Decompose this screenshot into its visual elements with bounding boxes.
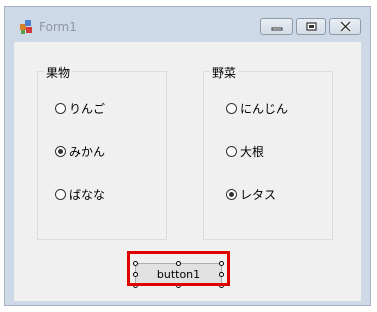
close-button[interactable] [329, 18, 361, 35]
close-icon [339, 20, 352, 33]
radio-button-circle[interactable] [226, 188, 237, 200]
highlight-box [127, 251, 230, 286]
radio-label: レタス [240, 187, 277, 202]
radio-carrot[interactable]: にんじん [226, 100, 288, 116]
radio-label: みかん [69, 144, 106, 159]
radio-label: ばなな [69, 187, 106, 202]
radio-label: りんご [69, 101, 106, 116]
radio-lettuce[interactable]: レタス [226, 186, 276, 202]
fruit-group-label: 果物 [44, 64, 73, 81]
radio-banana[interactable]: ばなな [55, 186, 105, 202]
form-app-icon [20, 20, 32, 34]
title-bar[interactable]: Form1 [5, 7, 370, 40]
radio-button-circle[interactable] [226, 102, 237, 114]
radio-button-circle[interactable] [55, 188, 66, 200]
vegetable-group-label: 野菜 [210, 64, 239, 81]
vegetable-groupbox: 野菜 にんじん 大根 レタス [203, 64, 333, 240]
radio-button-circle[interactable] [55, 102, 66, 114]
radio-daikon[interactable]: 大根 [226, 143, 264, 159]
window-title: Form1 [39, 20, 77, 34]
radio-mikan[interactable]: みかん [55, 143, 105, 159]
radio-button-circle[interactable] [226, 145, 237, 157]
fruit-groupbox: 果物 りんご みかん ばなな [37, 64, 167, 240]
maximize-icon [306, 22, 317, 31]
radio-button-circle[interactable] [55, 145, 66, 157]
minimize-button[interactable] [260, 18, 293, 35]
minimize-icon [271, 27, 283, 31]
radio-label: 大根 [240, 144, 265, 159]
radio-apple[interactable]: りんご [55, 100, 105, 116]
radio-label: にんじん [240, 101, 289, 116]
maximize-button[interactable] [296, 18, 326, 35]
